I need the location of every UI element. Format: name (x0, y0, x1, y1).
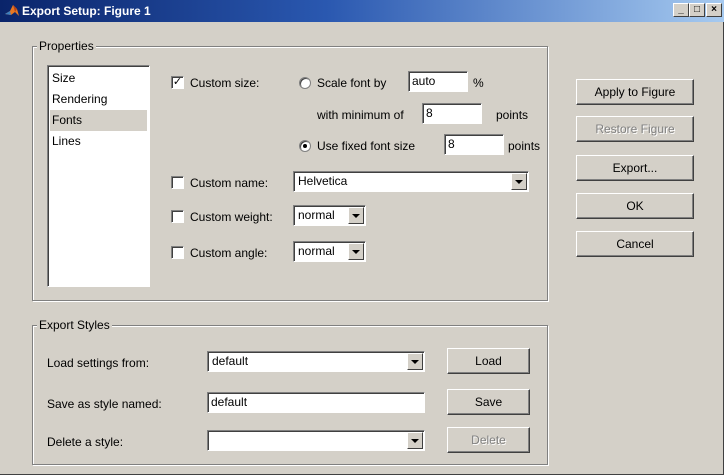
list-item-fonts[interactable]: Fonts (50, 110, 147, 131)
load-button[interactable]: Load (447, 348, 530, 374)
export-setup-dialog: Export Setup: Figure 1 _ □ × Properties … (0, 0, 724, 475)
minimum-unit: points (496, 108, 529, 122)
minimize-icon: _ (678, 4, 684, 15)
window-title: Export Setup: Figure 1 (22, 4, 151, 18)
load-style-dropdown[interactable]: default (207, 351, 425, 372)
list-item-lines[interactable]: Lines (50, 131, 147, 152)
ok-button[interactable]: OK (576, 193, 694, 219)
font-angle-value: normal (298, 244, 335, 258)
font-weight-dropdown[interactable]: normal (293, 205, 366, 226)
custom-size-label: Custom size: (190, 76, 260, 90)
font-angle-dropdown[interactable]: normal (293, 241, 366, 262)
custom-name-checkbox[interactable] (171, 176, 184, 189)
fixed-font-radio[interactable] (299, 140, 311, 152)
font-weight-value: normal (298, 208, 335, 222)
close-icon: × (711, 4, 717, 15)
properties-group: Properties Size Rendering Fonts Lines ✓ … (32, 39, 548, 301)
scale-font-input[interactable]: auto (408, 71, 468, 92)
load-style-value: default (212, 354, 249, 368)
custom-size-checkbox[interactable]: ✓ (171, 76, 184, 89)
scale-font-label: Scale font by (317, 76, 387, 90)
cancel-button[interactable]: Cancel (576, 231, 694, 257)
scale-font-radio[interactable] (299, 77, 311, 89)
list-item-size[interactable]: Size (50, 68, 147, 89)
apply-to-figure-button[interactable]: Apply to Figure (576, 79, 694, 105)
checkmark-icon: ✓ (172, 76, 183, 88)
font-name-value: Helvetica (298, 174, 348, 188)
custom-weight-checkbox[interactable] (171, 210, 184, 223)
delete-button[interactable]: Delete (447, 427, 530, 453)
fixed-font-label: Use fixed font size (317, 139, 416, 153)
maximize-icon: □ (693, 4, 701, 15)
chevron-down-icon[interactable] (407, 353, 423, 370)
maximize-button[interactable]: □ (689, 3, 705, 17)
delete-style-dropdown[interactable] (207, 430, 425, 451)
scale-font-unit: % (473, 76, 484, 90)
save-button[interactable]: Save (447, 389, 530, 415)
custom-weight-label: Custom weight: (190, 210, 273, 224)
save-style-label: Save as style named: (47, 397, 162, 411)
properties-legend: Properties (37, 39, 96, 53)
radio-selected-dot (303, 144, 307, 148)
chevron-down-icon[interactable] (348, 207, 364, 224)
minimum-size-input[interactable]: 8 (422, 103, 482, 124)
font-name-dropdown[interactable]: Helvetica (293, 171, 529, 192)
minimum-label: with minimum of (317, 108, 404, 122)
export-styles-group: Export Styles Load settings from: defaul… (32, 318, 548, 465)
custom-name-label: Custom name: (190, 176, 269, 190)
delete-style-label: Delete a style: (47, 435, 124, 449)
title-bar[interactable]: Export Setup: Figure 1 _ □ × (0, 0, 724, 22)
chevron-down-icon[interactable] (511, 173, 527, 190)
load-settings-label: Load settings from: (47, 356, 150, 370)
fixed-font-input[interactable]: 8 (444, 134, 504, 155)
chevron-down-icon[interactable] (348, 243, 364, 260)
export-styles-legend: Export Styles (37, 318, 112, 332)
category-list[interactable]: Size Rendering Fonts Lines (47, 65, 150, 287)
matlab-logo-icon (5, 5, 19, 16)
close-button[interactable]: × (706, 3, 722, 17)
list-item-rendering[interactable]: Rendering (50, 89, 147, 110)
chevron-down-icon[interactable] (407, 432, 423, 449)
export-button[interactable]: Export... (576, 155, 694, 181)
restore-figure-button[interactable]: Restore Figure (576, 116, 694, 142)
custom-angle-label: Custom angle: (190, 246, 268, 260)
save-style-name-input[interactable]: default (207, 392, 425, 413)
minimize-button[interactable]: _ (673, 3, 689, 17)
custom-angle-checkbox[interactable] (171, 246, 184, 259)
fixed-font-unit: points (508, 139, 541, 153)
